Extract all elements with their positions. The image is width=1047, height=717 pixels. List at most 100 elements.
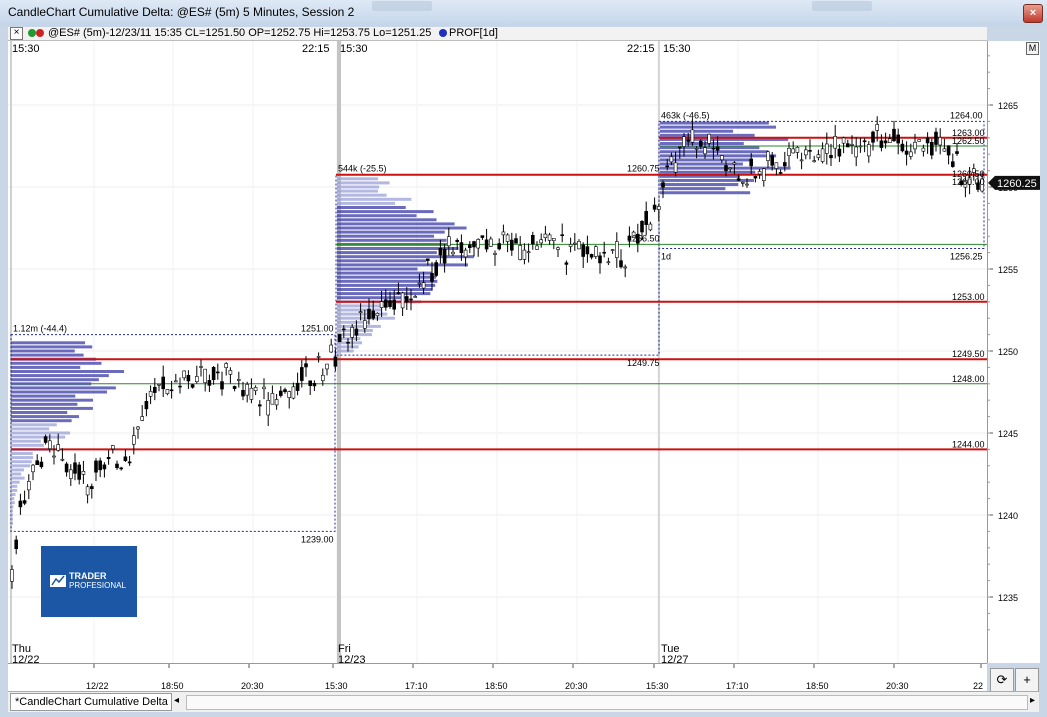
candle-body — [841, 137, 846, 144]
profile-bar — [337, 275, 437, 279]
horizontal-scrollbar[interactable] — [186, 695, 1028, 710]
profile-bar — [337, 259, 427, 263]
candle-body — [22, 500, 27, 504]
scroll-right-button[interactable]: ▸ — [1030, 695, 1035, 706]
candle-body — [337, 334, 342, 343]
candle-body — [858, 145, 863, 148]
profile-bar — [337, 263, 469, 267]
time-tick-label: 17:10 — [726, 681, 749, 691]
tab-candlechart[interactable]: *CandleChart Cumulative Delta — [10, 693, 172, 711]
study-label[interactable]: PROF[1d] — [449, 27, 498, 39]
candle-body — [283, 389, 287, 393]
candle-body — [883, 140, 888, 144]
refresh-button[interactable]: ⟳ — [990, 668, 1014, 692]
profile-bar — [337, 189, 378, 193]
price-tick-label: 1235 — [998, 593, 1018, 603]
profile-bar — [11, 378, 99, 382]
candle-body — [602, 251, 607, 254]
candle-body — [111, 445, 115, 450]
candle-body — [127, 461, 132, 464]
candle-body — [644, 211, 649, 225]
candle-body — [237, 379, 241, 381]
candle-body — [745, 183, 749, 186]
candle-body — [136, 426, 140, 430]
candle-body — [774, 162, 779, 169]
candle-body — [35, 460, 40, 466]
profile-bar — [11, 472, 22, 476]
candle-body — [316, 356, 321, 358]
profile-bar — [337, 271, 433, 275]
window-title: CandleChart Cumulative Delta: @ES# (5m) … — [8, 5, 355, 19]
candle-body — [312, 383, 317, 387]
candle-body — [547, 234, 552, 241]
candle-body — [195, 376, 199, 382]
candle-body — [879, 140, 884, 148]
price-axis-scale: 12651260125512501245124012351260.25 — [988, 55, 1040, 631]
candle-body — [245, 384, 249, 396]
candle-body — [123, 456, 128, 461]
candle-body — [409, 298, 413, 301]
candle-body — [341, 328, 346, 331]
candle-body — [115, 463, 119, 469]
candle-body — [220, 381, 224, 390]
profile-bar — [337, 312, 388, 316]
candle-body — [174, 380, 178, 383]
session-time-label: 15:30 — [663, 43, 691, 55]
candle-body — [157, 383, 161, 386]
candle-body — [329, 344, 334, 353]
candle-body — [736, 178, 741, 181]
profile-bar — [660, 150, 769, 154]
candle-body — [589, 254, 594, 258]
candle-body — [610, 249, 615, 251]
candle-body — [522, 249, 527, 260]
price-chart[interactable]: 15:30 22:15 15:30 22:15 15:30Thu12/22Fri12/2… — [8, 41, 987, 663]
candle-body — [262, 386, 266, 390]
candle-body — [119, 467, 123, 470]
price-tick-label: 1240 — [998, 511, 1018, 521]
candle-body — [682, 136, 686, 147]
candle-body — [623, 266, 628, 269]
candle-body — [640, 220, 644, 233]
candle-body — [913, 141, 917, 150]
candle-body — [921, 147, 926, 152]
candle-body — [770, 155, 775, 166]
time-axis[interactable]: 12/22 18:50 20:30 15:30 17:10 18:50 20:30 15:30… — [8, 663, 987, 692]
candle-body — [917, 139, 922, 142]
candle-body — [287, 391, 292, 398]
candle-body — [892, 128, 896, 142]
scroll-left-button[interactable]: ◂ — [174, 695, 179, 706]
marker-m-button[interactable]: M — [1026, 42, 1039, 55]
close-window-button[interactable]: × — [1023, 4, 1043, 23]
candle-body — [946, 145, 951, 156]
candle-body — [438, 248, 443, 256]
candle-body — [203, 368, 207, 384]
candle-body — [18, 500, 23, 508]
candle-body — [47, 440, 52, 450]
chart-area[interactable]: 15:30 22:15 15:30 22:15 15:30 Thu 12/22 Fri 12/2… — [8, 41, 987, 663]
titlebar-ghost — [812, 1, 872, 11]
candle-body — [606, 261, 611, 264]
close-chart-icon[interactable]: × — [10, 27, 23, 40]
candle-body — [77, 464, 81, 480]
candle-body — [375, 312, 380, 317]
time-tick-label: 20:30 — [241, 681, 264, 691]
session-time-label: 15:30 — [12, 43, 40, 55]
candle-body — [400, 292, 405, 309]
profile-bar — [11, 411, 68, 414]
status-green-dot — [28, 29, 36, 37]
candle-body — [442, 248, 447, 264]
time-tick-label: 22 — [973, 681, 983, 691]
candle-body — [686, 139, 691, 142]
time-tick-label: 20:30 — [886, 681, 909, 691]
candle-body — [299, 367, 304, 381]
add-button[interactable]: + — [1015, 668, 1039, 692]
candle-body — [694, 148, 699, 150]
candle-body — [690, 129, 695, 143]
price-tick-label: 1255 — [998, 265, 1018, 275]
profile-bar — [337, 230, 445, 234]
day-date-label: 12/23 — [338, 654, 366, 663]
candle-body — [446, 236, 451, 247]
candle-body — [90, 486, 94, 490]
candle-body — [732, 162, 737, 165]
price-axis[interactable]: 12651260125512501245124012351260.25 — [987, 41, 1040, 663]
